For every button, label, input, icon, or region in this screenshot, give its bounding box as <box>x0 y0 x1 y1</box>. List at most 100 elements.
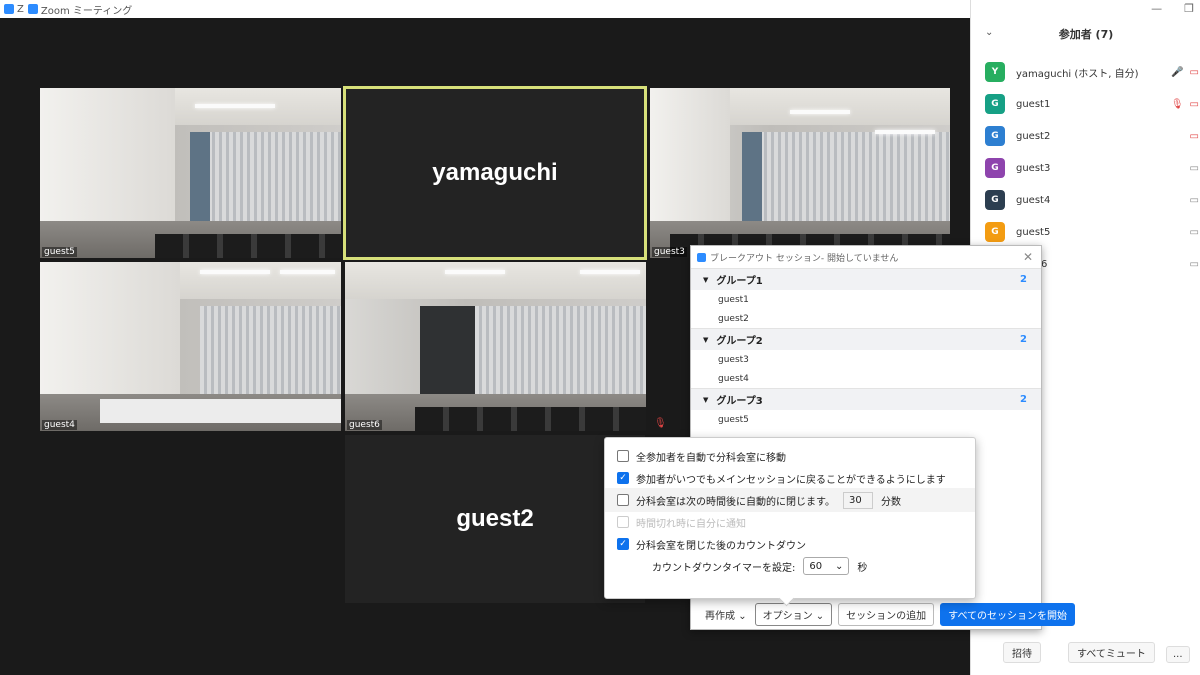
participant-name: yamaguchi (ホスト, 自分) <box>1016 68 1139 80</box>
restore-icon[interactable]: ❐ <box>1184 2 1194 15</box>
video-tile-guest4[interactable]: guest4 <box>40 262 341 431</box>
room-scene <box>40 88 341 258</box>
option-label: 全参加者を自動で分科会室に移動 <box>636 452 786 464</box>
group-header-3[interactable]: ▼ グループ3 2 <box>691 388 1041 410</box>
chevron-down-icon: ⌄ <box>738 610 747 622</box>
options-label: オプション <box>762 610 813 622</box>
countdown-seconds-select[interactable]: 60 ⌄ <box>803 557 850 575</box>
participant-name: guest1 <box>1016 98 1051 110</box>
video-off-icon[interactable]: ▭ <box>1190 131 1199 142</box>
option-label: 分科会室を閉じた後のカウントダウン <box>636 540 806 552</box>
tile-name-label: guest6 <box>347 420 382 430</box>
options-popup: 全参加者を自動で分科会室に移動 ✓ 参加者がいつでもメインセッションに戻ることが… <box>604 437 976 599</box>
auto-move-checkbox[interactable] <box>617 450 629 462</box>
group-member[interactable]: guest4 <box>691 369 1041 388</box>
option-auto-move[interactable]: 全参加者を自動で分科会室に移動 <box>617 447 786 465</box>
group-name: グループ2 <box>716 336 763 347</box>
recreate-button[interactable]: 再作成 ⌄ <box>703 603 749 625</box>
breakout-title: ブレークアウト セッション- 開始していません <box>710 253 899 264</box>
participant-item[interactable]: G guest4 ▭ <box>971 184 1200 216</box>
room-scene <box>345 262 646 431</box>
room-scene <box>650 88 950 258</box>
countdown-checkbox[interactable]: ✓ <box>617 538 629 550</box>
video-tile-guest6[interactable]: guest6 <box>345 262 646 431</box>
group-count: 2 <box>1020 394 1027 405</box>
breakout-footer: 再作成 ⌄ オプション ⌄ セッションの追加 すべてのセッションを開始 <box>691 599 1076 629</box>
group-member[interactable]: guest5 <box>691 410 1041 429</box>
group-header-1[interactable]: ▼ グループ1 2 <box>691 268 1041 290</box>
option-countdown[interactable]: ✓ 分科会室を閉じた後のカウントダウン <box>617 535 806 553</box>
video-off-icon[interactable]: ▭ <box>1190 67 1199 78</box>
group-name: グループ3 <box>716 396 763 407</box>
video-icon[interactable]: ▭ <box>1190 259 1199 270</box>
mic-muted-icon: 🎙 <box>654 418 667 429</box>
video-tile-guest5[interactable]: guest5 <box>40 88 341 258</box>
chevron-down-icon: ⌄ <box>815 610 825 622</box>
participant-name-large: yamaguchi <box>432 159 558 186</box>
option-label: 参加者がいつでもメインセッションに戻ることができるようにします <box>636 474 946 486</box>
title-bar: Z Zoom ミーティング <box>0 0 970 18</box>
app-abbr: Z <box>17 3 24 15</box>
auto-close-minutes-input[interactable]: 30 <box>843 491 873 509</box>
participant-item[interactable]: G guest1 🎙 ▭ <box>971 88 1200 120</box>
participant-item[interactable]: G guest2 ▭ <box>971 120 1200 152</box>
close-icon[interactable]: ✕ <box>1023 250 1033 264</box>
participant-item[interactable]: Y yamaguchi (ホスト, 自分) 🎤 ▭ <box>971 56 1200 88</box>
participant-name: guest2 <box>1016 130 1051 142</box>
group-name: グループ1 <box>716 276 763 287</box>
minimize-icon[interactable]: — <box>1151 2 1162 15</box>
avatar: G <box>985 222 1005 242</box>
participant-item[interactable]: G guest3 ▭ <box>971 152 1200 184</box>
zoom-logo-icon-2 <box>27 4 38 14</box>
more-button[interactable]: ... <box>1166 646 1190 663</box>
option-countdown-timer: カウントダウンタイマーを設定: 60 ⌄ 秒 <box>652 557 867 575</box>
participants-header: 参加者 (7) <box>1058 28 1114 41</box>
window-controls: — ❐ <box>1151 2 1194 15</box>
avatar: Y <box>985 62 1005 82</box>
avatar: G <box>985 190 1005 210</box>
tile-name-label: guest5 <box>42 247 77 257</box>
start-all-sessions-button[interactable]: すべてのセッションを開始 <box>940 602 1076 626</box>
option-return-anytime[interactable]: ✓ 参加者がいつでもメインセッションに戻ることができるようにします <box>617 469 946 487</box>
caret-down-icon: ▼ <box>703 335 709 344</box>
option-label: 分科会室は次の時間後に自動的に閉じます。 <box>636 496 835 508</box>
add-session-button[interactable]: セッションの追加 <box>838 602 935 626</box>
return-anytime-checkbox[interactable]: ✓ <box>617 472 629 484</box>
avatar: G <box>985 94 1005 114</box>
chevron-down-icon: ⌄ <box>834 560 844 572</box>
invite-button[interactable]: 招待 <box>1003 642 1041 663</box>
group-member[interactable]: guest3 <box>691 350 1041 369</box>
option-notify-timeout: 時間切れ時に自分に通知 <box>617 513 746 531</box>
video-off-icon[interactable]: ▭ <box>1190 99 1199 110</box>
breakout-title-bar: ブレークアウト セッション- 開始していません <box>691 246 1041 268</box>
option-auto-close[interactable]: 分科会室は次の時間後に自動的に閉じます。 30 分数 <box>617 491 901 509</box>
zoom-logo-icon <box>697 252 706 262</box>
video-icon[interactable]: ▭ <box>1190 227 1199 238</box>
video-icon[interactable]: ▭ <box>1190 195 1199 206</box>
window-title: Zoom ミーティング <box>40 5 133 17</box>
option-label: カウントダウンタイマーを設定: <box>652 562 796 574</box>
video-icon[interactable]: ▭ <box>1190 163 1199 174</box>
video-tile-yamaguchi[interactable]: yamaguchi <box>343 86 647 260</box>
caret-down-icon: ▼ <box>703 395 709 404</box>
participant-item[interactable]: G guest5 ▭ <box>971 216 1200 248</box>
mic-muted-icon[interactable]: 🎙 <box>1171 99 1184 110</box>
participant-name: guest3 <box>1016 162 1051 174</box>
video-tile-guest2[interactable]: guest2 <box>345 435 645 603</box>
group-member[interactable]: guest1 <box>691 290 1041 309</box>
unit-label: 分数 <box>881 496 901 508</box>
group-count: 2 <box>1020 274 1027 285</box>
mute-all-button[interactable]: すべてミュート <box>1068 642 1155 663</box>
mic-icon[interactable]: 🎤 <box>1171 67 1183 78</box>
recreate-label: 再作成 <box>705 610 735 622</box>
group-member[interactable]: guest2 <box>691 309 1041 328</box>
participant-name: guest4 <box>1016 194 1051 206</box>
auto-close-checkbox[interactable] <box>617 494 629 506</box>
options-button[interactable]: オプション ⌄ <box>754 602 833 626</box>
group-count: 2 <box>1020 334 1027 345</box>
avatar: G <box>985 126 1005 146</box>
video-tile-guest3[interactable]: guest3 <box>650 88 950 258</box>
group-header-2[interactable]: ▼ グループ2 2 <box>691 328 1041 350</box>
unit-label: 秒 <box>857 562 868 574</box>
option-label: 時間切れ時に自分に通知 <box>636 518 746 530</box>
